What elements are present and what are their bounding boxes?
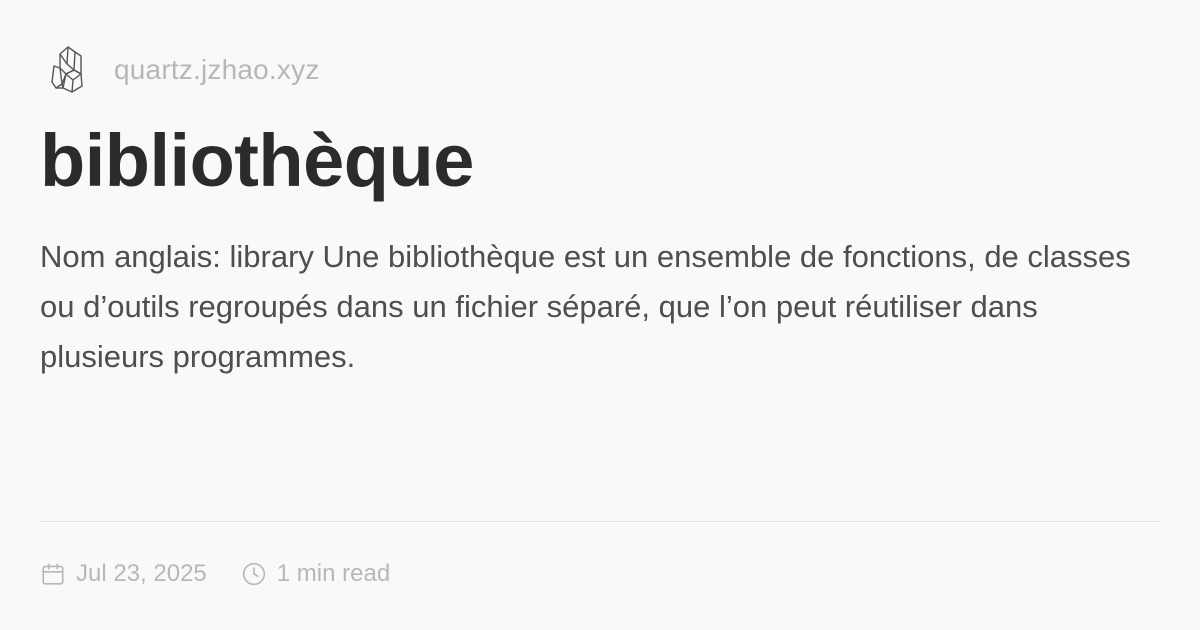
read-time: 1 min read <box>276 560 391 587</box>
date-meta: Jul 23, 2025 <box>40 560 207 588</box>
site-url[interactable]: quartz.jzhao.xyz <box>114 54 320 86</box>
site-header: quartz.jzhao.xyz <box>40 40 320 100</box>
clock-icon <box>241 561 267 587</box>
publish-date: Jul 23, 2025 <box>76 560 207 587</box>
divider <box>40 521 1160 522</box>
crystal-icon <box>40 42 96 98</box>
read-time-meta: 1 min read <box>241 560 390 588</box>
calendar-icon <box>40 561 66 587</box>
page-description: Nom anglais: library Une bibliothèque es… <box>40 239 1131 374</box>
page-title: bibliothèque <box>40 119 474 202</box>
page-meta: Jul 23, 2025 1 min read <box>40 555 390 593</box>
